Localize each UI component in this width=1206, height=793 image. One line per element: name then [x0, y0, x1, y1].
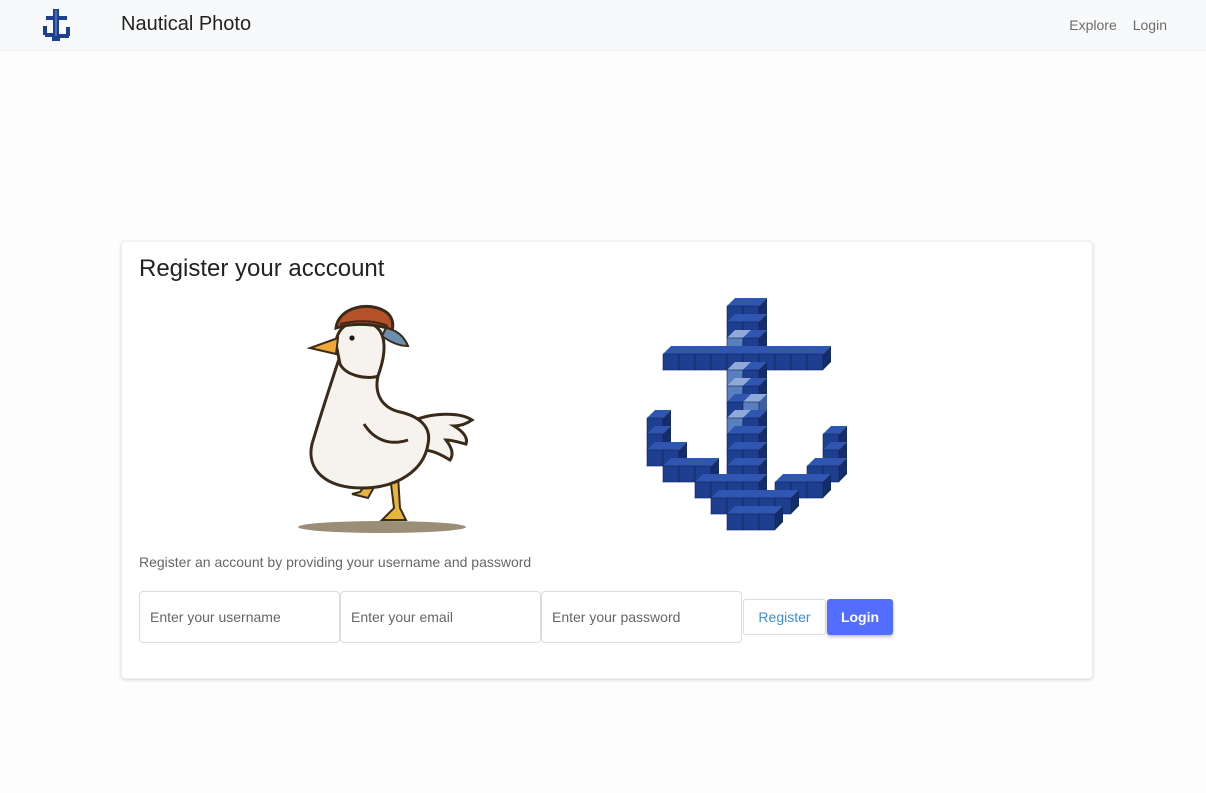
register-card: Register your acccount Register an accou… [121, 241, 1093, 679]
navbar: Nautical Photo Explore Login [0, 0, 1206, 51]
anchor-icon[interactable] [40, 7, 74, 43]
username-input[interactable] [139, 591, 340, 643]
email-input[interactable] [340, 591, 541, 643]
brand-link[interactable]: Nautical Photo [121, 13, 251, 36]
nav-login-link[interactable]: Login [1133, 17, 1167, 33]
card-description: Register an account by providing your us… [139, 554, 532, 570]
nav-links: Explore Login [1069, 17, 1167, 33]
nav-explore-link[interactable]: Explore [1069, 17, 1116, 33]
pixel-anchor-illustration [646, 298, 847, 531]
login-button[interactable]: Login [827, 599, 893, 635]
register-button[interactable]: Register [743, 599, 826, 635]
password-input[interactable] [541, 591, 742, 643]
register-form: Register Login [139, 591, 893, 643]
duck-illustration [298, 304, 475, 533]
card-title: Register your acccount [139, 255, 385, 282]
